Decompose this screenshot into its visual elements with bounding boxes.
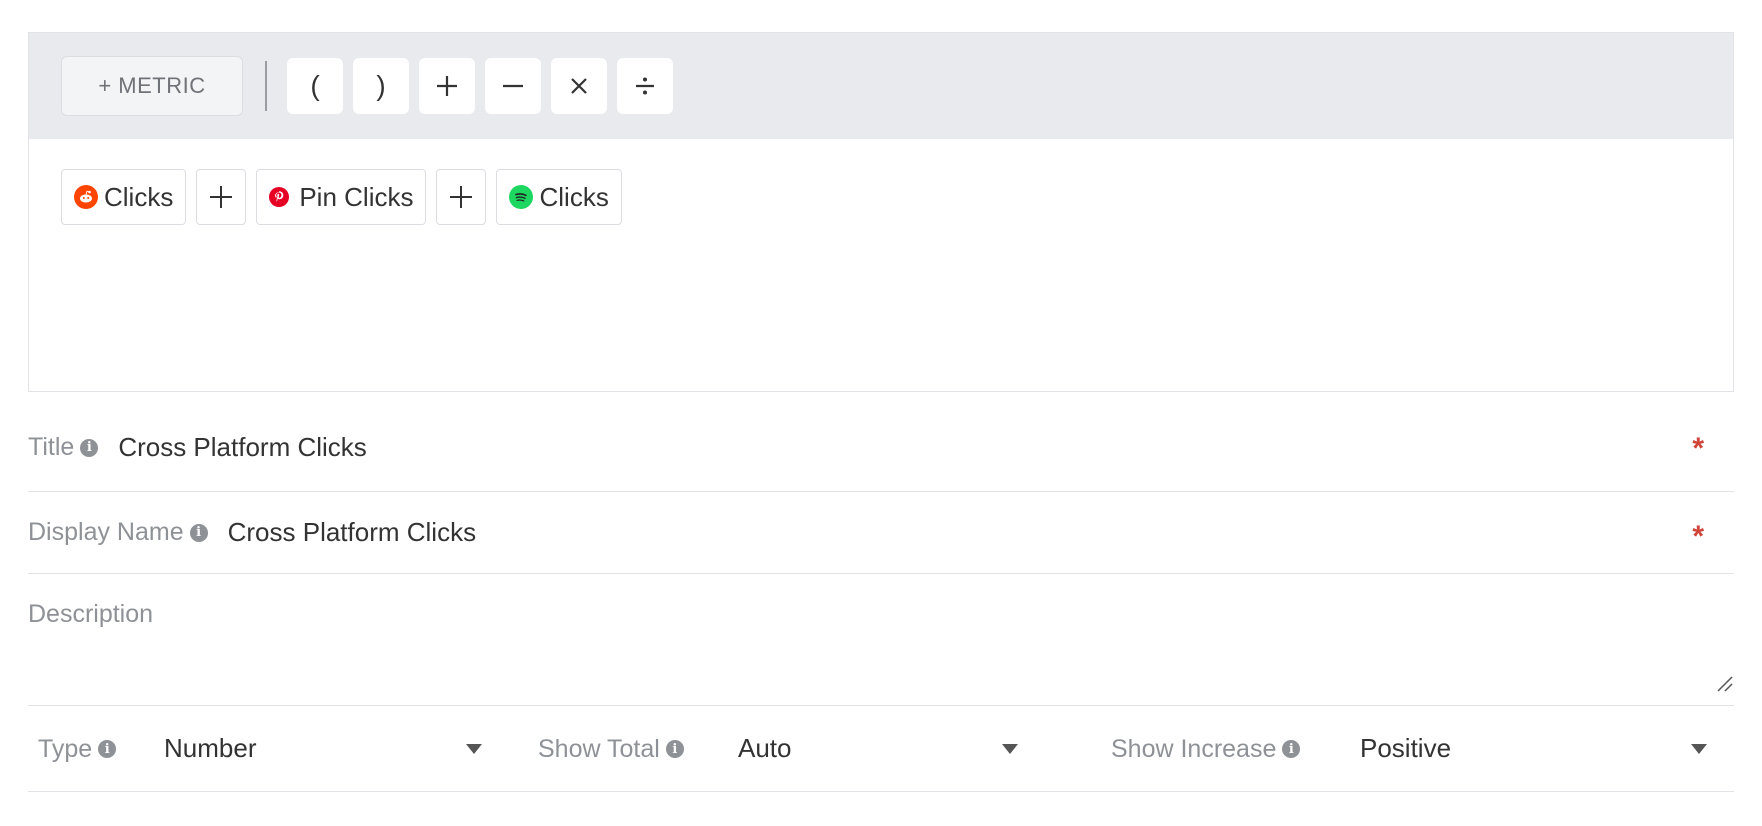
- minus-icon: [503, 84, 523, 88]
- info-icon[interactable]: i: [1282, 740, 1301, 758]
- title-label: Title i: [28, 433, 99, 462]
- resize-handle-icon[interactable]: [1716, 675, 1734, 693]
- show-total-label-text: Show Total: [538, 734, 660, 763]
- type-select[interactable]: Type i Number: [38, 706, 482, 792]
- title-field-row: Title i Cross Platform Clicks *: [28, 404, 1734, 492]
- display-name-label: Display Name i: [28, 518, 208, 547]
- display-name-field-row: Display Name i Cross Platform Clicks *: [28, 492, 1734, 574]
- plus-icon: [450, 186, 473, 208]
- required-marker: *: [1692, 520, 1704, 553]
- settings-select-row: Type i Number Show Total i Auto Show Inc…: [28, 706, 1734, 792]
- close-paren-button[interactable]: ): [353, 58, 409, 114]
- info-icon[interactable]: i: [665, 740, 684, 758]
- formula-expression: Clicks Pin Clicks Clicks: [29, 139, 1733, 225]
- type-label: Type i: [38, 734, 117, 764]
- reddit-icon: [74, 185, 98, 209]
- show-total-select-value: Auto: [738, 733, 792, 763]
- plus-button[interactable]: [419, 58, 475, 114]
- metric-token-label: Clicks: [104, 181, 174, 212]
- show-total-label: Show Total i: [538, 735, 684, 764]
- chevron-down-icon[interactable]: [466, 744, 482, 754]
- minus-button[interactable]: [485, 58, 541, 114]
- multiply-icon: [571, 78, 587, 94]
- display-name-input[interactable]: Cross Platform Clicks: [228, 517, 476, 548]
- open-paren-button[interactable]: (: [287, 58, 343, 114]
- info-icon[interactable]: i: [98, 740, 117, 758]
- title-label-text: Title: [28, 433, 75, 461]
- info-icon[interactable]: i: [80, 438, 99, 457]
- show-increase-label: Show Increase i: [1111, 734, 1301, 764]
- plus-icon: [210, 186, 233, 208]
- show-total-select[interactable]: Show Total i Auto: [538, 706, 1038, 792]
- metric-token-reddit-clicks[interactable]: Clicks: [61, 169, 187, 225]
- metric-token-spotify-clicks[interactable]: Clicks: [496, 169, 622, 225]
- toolbar-divider: [265, 61, 267, 111]
- metric-token-label: Pin Clicks: [299, 181, 414, 212]
- divide-icon: [636, 77, 654, 95]
- divide-button[interactable]: [617, 58, 673, 114]
- description-field[interactable]: Description: [28, 574, 1734, 706]
- type-label-text: Type: [38, 734, 93, 763]
- required-marker: *: [1692, 432, 1704, 465]
- description-placeholder: Description: [28, 600, 154, 628]
- show-increase-select-value: Positive: [1360, 733, 1452, 763]
- spotify-icon: [509, 185, 534, 209]
- plus-operator-token[interactable]: [436, 169, 487, 225]
- chevron-down-icon[interactable]: [1691, 744, 1707, 754]
- show-increase-select[interactable]: Show Increase i Positive: [1111, 706, 1711, 792]
- formula-builder: + METRIC ( ) Clicks Pin Clicks Clicks: [28, 32, 1734, 392]
- display-name-label-text: Display Name: [28, 518, 184, 546]
- multiply-button[interactable]: [551, 58, 607, 114]
- chevron-down-icon[interactable]: [1002, 744, 1018, 754]
- type-select-value: Number: [164, 733, 257, 763]
- pinterest-icon: [269, 187, 290, 207]
- add-metric-button[interactable]: + METRIC: [61, 56, 243, 116]
- show-increase-label-text: Show Increase: [1111, 734, 1277, 763]
- formula-toolbar: + METRIC ( ): [29, 33, 1733, 139]
- title-input[interactable]: Cross Platform Clicks: [118, 432, 366, 463]
- metric-token-pinterest-pin-clicks[interactable]: Pin Clicks: [256, 169, 427, 225]
- plus-icon: [437, 76, 457, 96]
- plus-operator-token[interactable]: [196, 169, 247, 225]
- info-icon[interactable]: i: [189, 523, 208, 542]
- metric-token-label: Clicks: [539, 181, 609, 212]
